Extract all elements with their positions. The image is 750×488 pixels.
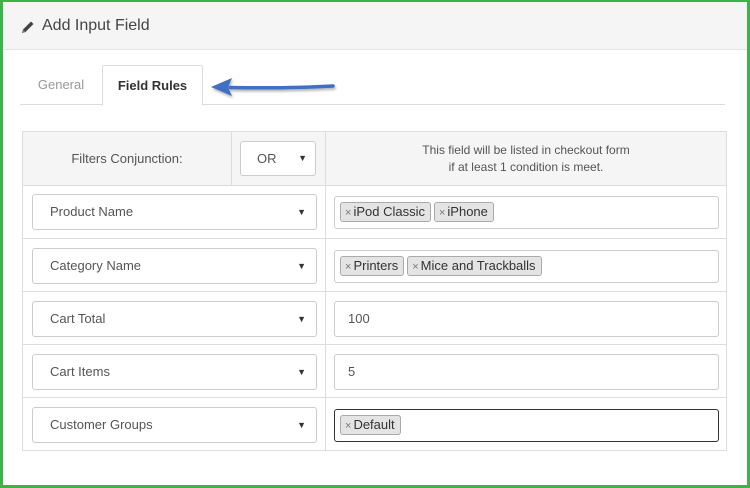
rule-row-category-name: Category Name ▼ × Printers × Mice and Track… bbox=[23, 239, 726, 292]
note-line: if at least 1 condition is meet. bbox=[448, 160, 604, 174]
divider bbox=[325, 345, 326, 397]
rule-tags-input[interactable]: × Default bbox=[334, 409, 719, 442]
tag-label: Mice and Trackballs bbox=[420, 258, 536, 273]
page-title: Add Input Field bbox=[42, 17, 150, 34]
remove-tag-icon[interactable]: × bbox=[439, 207, 445, 219]
rule-row-cart-total: Cart Total ▼ 100 bbox=[23, 292, 726, 345]
rule-value-input[interactable]: 100 bbox=[334, 301, 719, 337]
divider bbox=[325, 398, 326, 450]
rule-tags-input[interactable]: × Printers × Mice and Trackballs bbox=[334, 250, 719, 283]
caret-down-icon: ▼ bbox=[297, 314, 306, 324]
caret-down-icon: ▼ bbox=[297, 420, 306, 430]
rule-field-value: Product Name bbox=[50, 204, 134, 219]
arrow-annotation-icon bbox=[211, 78, 335, 96]
rule-row-cart-items: Cart Items ▼ 5 bbox=[23, 345, 726, 398]
tag-label: Printers bbox=[353, 258, 399, 273]
caret-down-icon: ▼ bbox=[297, 207, 306, 217]
divider bbox=[325, 292, 326, 344]
tab-field-rules[interactable]: Field Rules bbox=[102, 65, 203, 106]
caret-down-icon: ▼ bbox=[297, 367, 306, 377]
remove-tag-icon[interactable]: × bbox=[345, 261, 351, 273]
tag: × Default bbox=[340, 415, 401, 435]
panel-header: Add Input Field bbox=[3, 2, 747, 50]
rule-field-select[interactable]: Cart Items ▼ bbox=[32, 354, 317, 390]
rule-field-select[interactable]: Cart Total ▼ bbox=[32, 301, 317, 337]
tag: × Mice and Trackballs bbox=[407, 256, 542, 276]
divider bbox=[325, 239, 326, 291]
rule-field-select[interactable]: Category Name ▼ bbox=[32, 248, 317, 284]
conjunction-note: This field will be listed in checkout fo… bbox=[326, 142, 726, 176]
rule-value-input[interactable]: 5 bbox=[334, 354, 719, 390]
rule-field-select[interactable]: Customer Groups ▼ bbox=[32, 407, 317, 443]
divider bbox=[231, 132, 232, 185]
rule-field-value: Cart Items bbox=[50, 364, 110, 379]
field-rules-table: Filters Conjunction: OR ▼ This field wil… bbox=[22, 131, 727, 451]
tag: × Printers bbox=[340, 256, 405, 276]
rule-field-value: Category Name bbox=[50, 258, 142, 273]
remove-tag-icon[interactable]: × bbox=[345, 207, 351, 219]
rule-row-product-name: Product Name ▼ × iPod Classic × iPhone bbox=[23, 186, 726, 239]
divider bbox=[325, 186, 326, 238]
conjunction-row: Filters Conjunction: OR ▼ This field wil… bbox=[23, 132, 726, 186]
tag: × iPod Classic bbox=[340, 202, 431, 222]
conjunction-select[interactable]: OR ▼ bbox=[240, 141, 316, 176]
caret-down-icon: ▼ bbox=[298, 153, 307, 163]
tag-label: Default bbox=[353, 417, 395, 432]
pencil-icon bbox=[22, 21, 34, 33]
note-line: This field will be listed in checkout fo… bbox=[422, 143, 630, 157]
remove-tag-icon[interactable]: × bbox=[345, 420, 351, 432]
rule-field-value: Cart Total bbox=[50, 311, 106, 326]
tag-label: iPhone bbox=[447, 204, 488, 219]
remove-tag-icon[interactable]: × bbox=[412, 261, 418, 273]
caret-down-icon: ▼ bbox=[297, 261, 306, 271]
tab-general[interactable]: General bbox=[20, 65, 102, 106]
window-frame: Add Input Field General Field Rules Filt… bbox=[0, 0, 750, 488]
rule-row-customer-groups: Customer Groups ▼ × Default bbox=[23, 398, 726, 450]
tag: × iPhone bbox=[433, 202, 494, 222]
rule-field-value: Customer Groups bbox=[50, 417, 153, 432]
conjunction-value: OR bbox=[257, 151, 277, 166]
rule-tags-input[interactable]: × iPod Classic × iPhone bbox=[334, 196, 719, 229]
conjunction-label: Filters Conjunction: bbox=[71, 151, 183, 166]
tab-bar: General Field Rules bbox=[20, 65, 725, 106]
rule-field-select[interactable]: Product Name ▼ bbox=[32, 194, 317, 230]
tag-label: iPod Classic bbox=[353, 204, 425, 219]
